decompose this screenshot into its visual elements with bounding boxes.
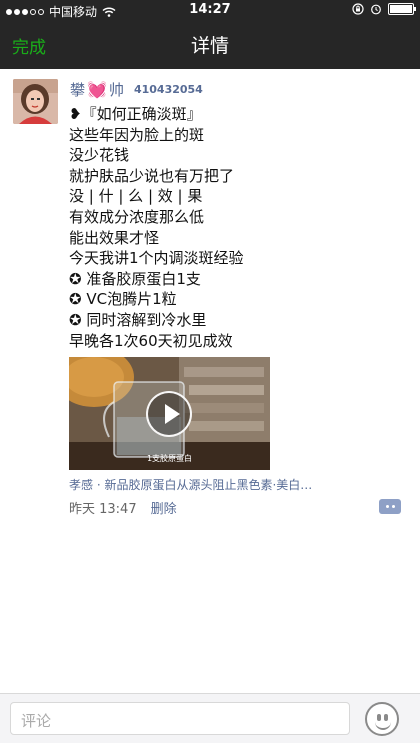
post-line: 没少花钱 bbox=[69, 146, 130, 165]
battery-icon bbox=[388, 3, 416, 15]
heart-emoji: 💓 bbox=[87, 80, 107, 99]
comment-bar: 评论 bbox=[0, 693, 420, 743]
post-line: ✪ 准备胶原蛋白1支 bbox=[69, 269, 201, 288]
post-time: 昨天 13:47 bbox=[69, 502, 137, 517]
delete-button[interactable]: 删除 bbox=[151, 498, 177, 517]
avatar-photo bbox=[13, 79, 58, 124]
emoji-icon[interactable] bbox=[365, 702, 399, 736]
post-line: 早晚各1次60天初见成效 bbox=[69, 331, 233, 350]
post-line: 有效成分浓度那么低 bbox=[69, 207, 205, 226]
post-line: 今天我讲1个内调淡斑经验 bbox=[69, 249, 244, 268]
author-name-part2: 帅 bbox=[108, 81, 124, 99]
rotation-lock-icon bbox=[352, 3, 364, 15]
status-bar: 中国移动 14:27 bbox=[0, 0, 420, 20]
comment-action-icon[interactable] bbox=[379, 499, 401, 514]
post-line: 能出效果才怪 bbox=[69, 228, 160, 247]
author-name-part1: 攀 bbox=[70, 81, 86, 99]
source-link[interactable]: 孝感 · 新品胶原蛋白从源头阻止黑色素·美白… bbox=[69, 476, 359, 493]
play-icon[interactable] bbox=[146, 391, 192, 437]
post-line: 这些年因为脸上的斑 bbox=[69, 125, 205, 144]
video-caption: 1支胶原蛋白 bbox=[146, 454, 193, 463]
post-line: ✪ VC泡腾片1粒 bbox=[69, 290, 177, 309]
avatar[interactable] bbox=[13, 79, 58, 124]
alarm-icon bbox=[371, 4, 381, 15]
post-text: ❥『如何正确淡斑』 这些年因为脸上的斑 没少花钱 就护肤品少说也有万把了 没 |… bbox=[69, 104, 389, 351]
author-number: 410432054 bbox=[133, 83, 203, 96]
navigation-bar: 完成 详情 bbox=[0, 20, 420, 69]
comment-input[interactable]: 评论 bbox=[10, 702, 350, 735]
post-line: 没 | 什 | 么 | 效 | 果 bbox=[69, 187, 203, 206]
post-line: 就护肤品少说也有万把了 bbox=[69, 166, 235, 185]
post-line: ❥『如何正确淡斑』 bbox=[69, 105, 202, 123]
video-thumbnail[interactable]: 1支胶原蛋白 bbox=[69, 357, 270, 470]
page-title: 详情 bbox=[190, 35, 229, 57]
author-name[interactable]: 攀 💓 帅 410432054 bbox=[70, 79, 203, 100]
post-meta: 昨天 13:47 删除 bbox=[69, 498, 177, 517]
post-line: ✪ 同时溶解到冷水里 bbox=[69, 310, 207, 329]
